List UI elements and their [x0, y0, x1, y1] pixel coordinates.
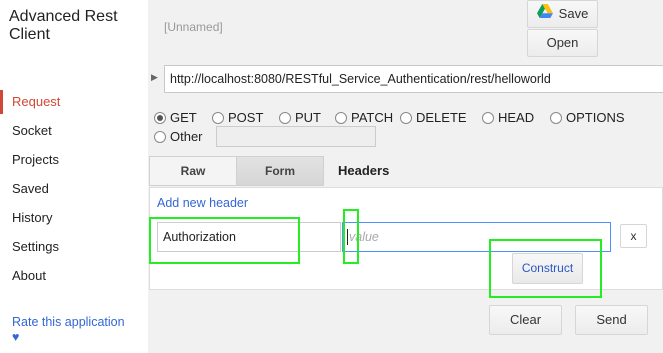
rate-app-link[interactable]: Rate this application ♥ [12, 315, 132, 345]
construct-button[interactable]: Construct [512, 253, 583, 284]
clear-button[interactable]: Clear [489, 305, 562, 335]
save-button[interactable]: Save [527, 0, 598, 28]
sidebar-item-request[interactable]: Request [0, 90, 130, 114]
header-key-input[interactable] [157, 222, 341, 252]
method-options-radio[interactable]: OPTIONS [550, 110, 625, 125]
other-method-input[interactable] [216, 126, 376, 147]
remove-header-button[interactable]: x [620, 224, 647, 248]
google-drive-icon [536, 1, 553, 27]
radio-icon [279, 111, 291, 124]
sidebar-item-socket[interactable]: Socket [0, 119, 130, 143]
triangle-right-icon[interactable]: ▶ [151, 72, 158, 83]
method-get-radio[interactable]: GET [154, 110, 197, 125]
sidebar-item-history[interactable]: History [0, 206, 130, 230]
url-input[interactable] [164, 65, 663, 93]
request-name-field[interactable]: [Unnamed] [164, 20, 223, 34]
tab-form[interactable]: Form [236, 156, 324, 186]
method-post-radio[interactable]: POST [212, 110, 263, 125]
add-header-link[interactable]: Add new header [157, 196, 248, 210]
radio-icon [400, 111, 412, 124]
send-button[interactable]: Send [575, 305, 648, 335]
radio-icon [212, 111, 224, 124]
radio-icon [335, 111, 347, 124]
open-button[interactable]: Open [527, 29, 598, 57]
headers-label: Headers [338, 163, 390, 178]
header-value-input[interactable] [342, 222, 611, 252]
save-label: Save [558, 6, 589, 21]
method-delete-radio[interactable]: DELETE [400, 110, 467, 125]
radio-icon [550, 111, 562, 124]
radio-icon [482, 111, 494, 124]
sidebar-item-projects[interactable]: Projects [0, 148, 130, 172]
method-patch-radio[interactable]: PATCH [335, 110, 393, 125]
method-put-radio[interactable]: PUT [279, 110, 321, 125]
sidebar-item-about[interactable]: About [0, 264, 130, 288]
sidebar-item-saved[interactable]: Saved [0, 177, 130, 201]
method-head-radio[interactable]: HEAD [482, 110, 534, 125]
app-title: Advanced Rest Client [9, 8, 118, 43]
method-other-radio[interactable]: Other [154, 129, 203, 144]
sidebar-item-settings[interactable]: Settings [0, 235, 130, 259]
tab-raw[interactable]: Raw [149, 156, 237, 186]
text-caret [347, 229, 348, 245]
sidebar: Advanced Rest Client Request Socket Proj… [0, 0, 140, 353]
radio-icon [154, 130, 166, 143]
radio-checked-icon [154, 111, 166, 124]
